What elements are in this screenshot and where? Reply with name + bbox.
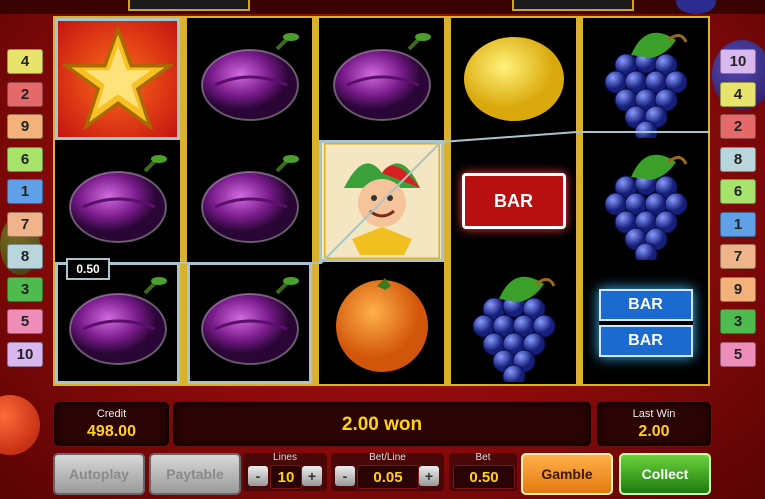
line-number-3[interactable]: 3 <box>7 276 43 302</box>
bar-label: BAR <box>598 289 693 321</box>
symbol-bar-red-icon: BAR <box>451 140 576 262</box>
line-number-1[interactable]: 1 <box>7 179 43 204</box>
symbol-plum-icon <box>187 140 312 262</box>
last-win-label: Last Win <box>632 408 676 420</box>
bet-value: 0.50 <box>453 465 515 489</box>
win-line-value: 0.50 <box>66 258 110 280</box>
symbol-plum-icon <box>55 140 180 262</box>
line-number-10[interactable]: 10 <box>720 49 756 74</box>
symbol-bar-double-icon: BAR BAR <box>583 262 708 384</box>
symbol-plum-icon <box>187 262 312 384</box>
reel-1 <box>55 18 180 384</box>
line-number-10[interactable]: 10 <box>7 341 43 367</box>
line-number-7[interactable]: 7 <box>7 211 43 237</box>
bet-line-label: Bet/Line <box>369 452 406 463</box>
credit-panel: Credit 498.00 <box>53 401 170 447</box>
gamble-button[interactable]: Gamble <box>521 453 613 495</box>
symbol-grapes-icon <box>583 18 708 140</box>
symbol-star-icon <box>55 18 180 140</box>
symbol-lemon-icon <box>451 18 576 140</box>
symbol-joker-icon <box>319 140 444 262</box>
line-number-1[interactable]: 1 <box>720 211 756 237</box>
top-right-display <box>512 0 634 11</box>
line-number-3[interactable]: 3 <box>720 309 756 334</box>
line-number-2[interactable]: 2 <box>720 114 756 139</box>
symbol-plum-icon <box>55 262 180 384</box>
reel-2 <box>187 18 312 384</box>
lines-label: Lines <box>273 452 297 463</box>
credit-value: 498.00 <box>87 423 136 440</box>
bar-label: BAR <box>598 325 693 357</box>
symbol-orange-icon <box>319 262 444 384</box>
last-win-panel: Last Win 2.00 <box>596 401 712 447</box>
line-number-5[interactable]: 5 <box>7 309 43 334</box>
bar-label: BAR <box>461 173 566 229</box>
symbol-plum-icon <box>319 18 444 140</box>
line-number-5[interactable]: 5 <box>720 341 756 367</box>
bet-label: Bet <box>475 452 491 463</box>
line-number-7[interactable]: 7 <box>720 244 756 269</box>
top-left-display <box>128 0 250 11</box>
line-number-2[interactable]: 2 <box>7 81 43 107</box>
lines-plus-button[interactable]: + <box>302 466 322 486</box>
credit-label: Credit <box>96 408 127 420</box>
lines-minus-button[interactable]: - <box>248 466 268 486</box>
bet-line-value: 0.05 <box>357 465 419 489</box>
line-number-9[interactable]: 9 <box>720 276 756 302</box>
line-number-4[interactable]: 4 <box>7 49 43 74</box>
reel-area: BAR BAR BAR <box>53 16 710 386</box>
last-win-value: 2.00 <box>638 423 670 440</box>
line-number-6[interactable]: 6 <box>7 146 43 172</box>
line-number-4[interactable]: 4 <box>720 81 756 107</box>
bet-line-minus-button[interactable]: - <box>335 466 355 486</box>
autoplay-button[interactable]: Autoplay <box>53 453 145 495</box>
paytable-button[interactable]: Paytable <box>149 453 241 495</box>
symbol-grapes-icon <box>583 140 708 262</box>
background-fruit <box>0 395 40 455</box>
message-panel: 2.00 won <box>172 401 592 447</box>
reel-4: BAR <box>451 18 576 384</box>
collect-button[interactable]: Collect <box>619 453 711 495</box>
reel-3 <box>319 18 444 384</box>
symbol-plum-icon <box>187 18 312 140</box>
reel-5: BAR BAR <box>583 18 708 384</box>
line-number-8[interactable]: 8 <box>7 244 43 269</box>
win-message: 2.00 won <box>341 414 423 435</box>
line-number-8[interactable]: 8 <box>720 146 756 172</box>
top-bar <box>0 0 765 14</box>
lines-value: 10 <box>270 465 302 489</box>
symbol-grapes-icon <box>451 262 576 384</box>
line-number-6[interactable]: 6 <box>720 179 756 204</box>
line-number-9[interactable]: 9 <box>7 114 43 139</box>
bet-line-plus-button[interactable]: + <box>419 466 439 486</box>
